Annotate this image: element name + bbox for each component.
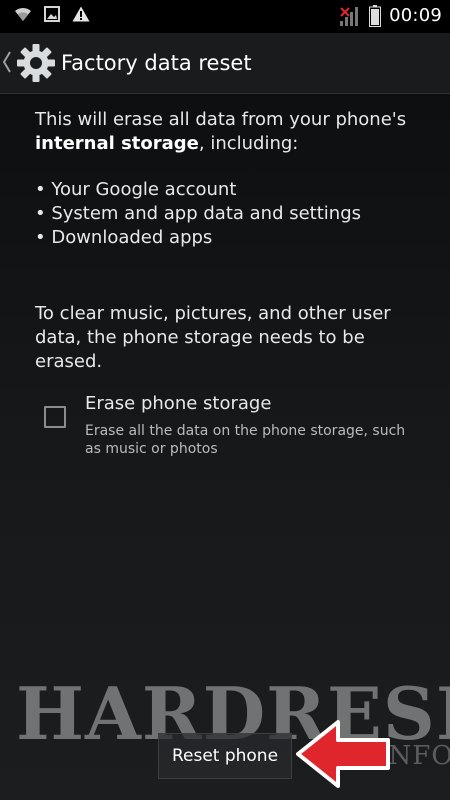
clear-storage-note: To clear music, pictures, and other user…: [35, 303, 391, 372]
signal-icon: [340, 7, 359, 26]
settings-gear-icon[interactable]: [16, 43, 56, 83]
reset-description: This will erase all data from your phone…: [35, 108, 415, 250]
erased-items-list: • Your Google account • System and app d…: [35, 178, 415, 250]
intro-text: This will erase all data from your phone…: [35, 108, 415, 156]
factory-reset-screen: 00:09 Factory data reset This will erase…: [0, 0, 450, 800]
action-bar: Factory data reset: [0, 33, 450, 94]
status-bar: 00:09: [0, 0, 450, 33]
back-chevron-icon[interactable]: [2, 49, 12, 75]
image-icon: [44, 6, 60, 22]
list-item: • System and app data and settings: [35, 203, 362, 224]
intro-suffix: , including:: [198, 133, 299, 154]
list-item: • Your Google account: [35, 179, 237, 200]
warning-icon: [72, 6, 90, 22]
erase-storage-title: Erase phone storage: [85, 393, 272, 414]
erase-storage-checkbox[interactable]: [44, 406, 66, 428]
wifi-icon: [15, 7, 31, 21]
red-pointer-arrow-icon: [296, 720, 390, 788]
status-bar-left: [14, 6, 90, 22]
intro-bold: internal storage: [35, 133, 199, 154]
intro-prefix: This will erase all data from your phone…: [35, 109, 407, 130]
status-bar-right: 00:09: [339, 4, 442, 28]
clock: 00:09: [389, 5, 442, 26]
battery-icon: [369, 5, 382, 27]
erase-storage-summary: Erase all the data on the phone storage,…: [85, 423, 406, 457]
reset-phone-button[interactable]: Reset phone: [158, 733, 292, 779]
page-title: Factory data reset: [61, 51, 252, 75]
list-item: • Downloaded apps: [35, 227, 213, 248]
